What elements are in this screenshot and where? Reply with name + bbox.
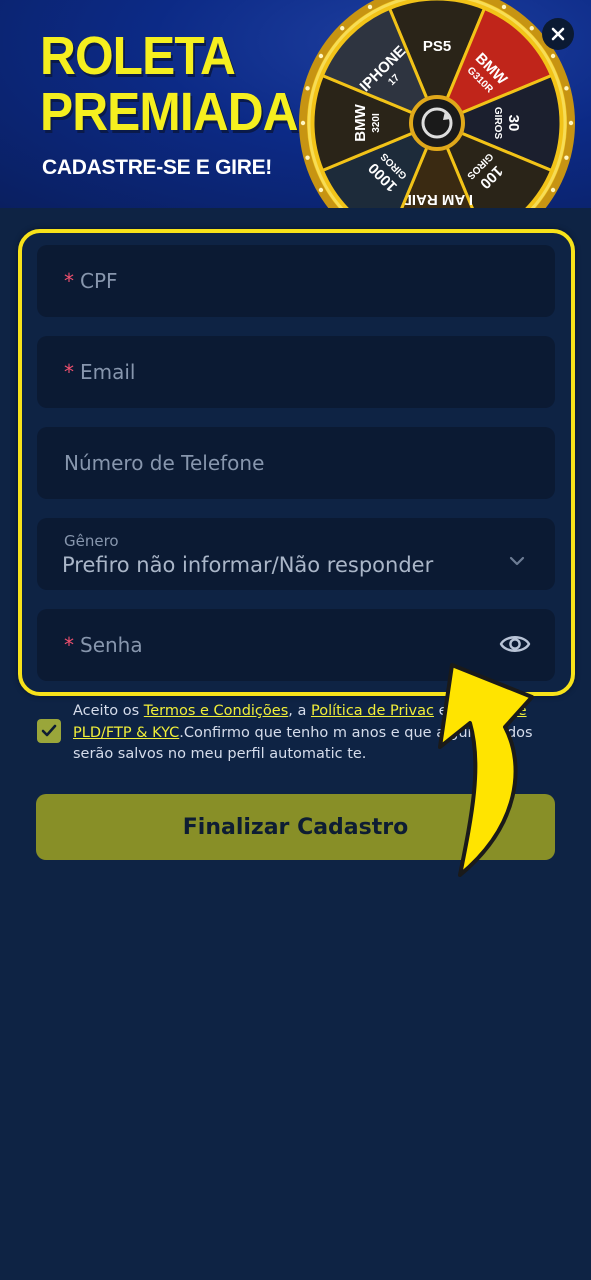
gender-value: Prefiro não informar/Não responder [62, 553, 434, 577]
terms-checkbox[interactable] [37, 719, 61, 743]
close-icon [551, 27, 565, 41]
svg-text:GIROS: GIROS [492, 107, 503, 140]
wheel-light [318, 187, 324, 193]
chevron-down-icon [509, 556, 525, 566]
wheel-light [300, 120, 306, 126]
wheel-light [529, 26, 534, 31]
wheel-light [305, 86, 310, 91]
prize-wheel-image: PS5BMWG310R30GIROS100GIROSI AM RAID1000G… [299, 0, 575, 208]
promo-banner[interactable]: ROLETA PREMIADA CADASTRE-SE E GIRE! PS5 B… [0, 0, 591, 208]
email-placeholder: Email [80, 360, 136, 384]
curved-arrow-icon [438, 663, 534, 877]
wheel-light [550, 53, 556, 59]
required-mark: * [64, 360, 74, 384]
phone-placeholder: Número de Telefone [64, 451, 265, 475]
banner-title: ROLETA PREMIADA [40, 26, 299, 142]
svg-text:320I: 320I [371, 113, 382, 133]
wheel-light [550, 187, 556, 193]
wheel-segment-label: PS5 [423, 38, 451, 55]
gender-select[interactable]: Gênero Prefiro não informar/Não responde… [37, 518, 555, 590]
gender-label: Gênero [64, 532, 119, 550]
wheel-light [305, 155, 310, 160]
eye-icon[interactable] [499, 631, 531, 657]
phone-field[interactable]: Número de Telefone [37, 427, 555, 499]
banner-subtitle: CADASTRE-SE E GIRE! [42, 156, 272, 179]
password-placeholder: Senha [80, 633, 143, 657]
svg-text:30: 30 [505, 115, 522, 132]
wheel-light [318, 53, 324, 59]
email-field[interactable]: * Email [37, 336, 555, 408]
terms-link[interactable]: Termos e Condições [144, 703, 288, 719]
svg-text:BMW: BMW [352, 103, 369, 141]
required-mark: * [64, 269, 74, 293]
cpf-placeholder: CPF [80, 269, 118, 293]
cpf-field[interactable]: * CPF [37, 245, 555, 317]
wheel-light [564, 155, 569, 160]
wheel-light [568, 120, 574, 126]
wheel-segment-label: I AM RAID [401, 191, 473, 208]
wheel-light [564, 86, 569, 91]
wheel-light [501, 4, 507, 10]
svg-text:I AM RAID: I AM RAID [401, 191, 473, 208]
check-icon [41, 724, 57, 737]
close-button[interactable] [542, 18, 574, 50]
svg-text:PS5: PS5 [423, 38, 451, 55]
required-mark: * [64, 633, 74, 657]
wheel-light [340, 26, 345, 31]
wheel-light [367, 4, 373, 10]
